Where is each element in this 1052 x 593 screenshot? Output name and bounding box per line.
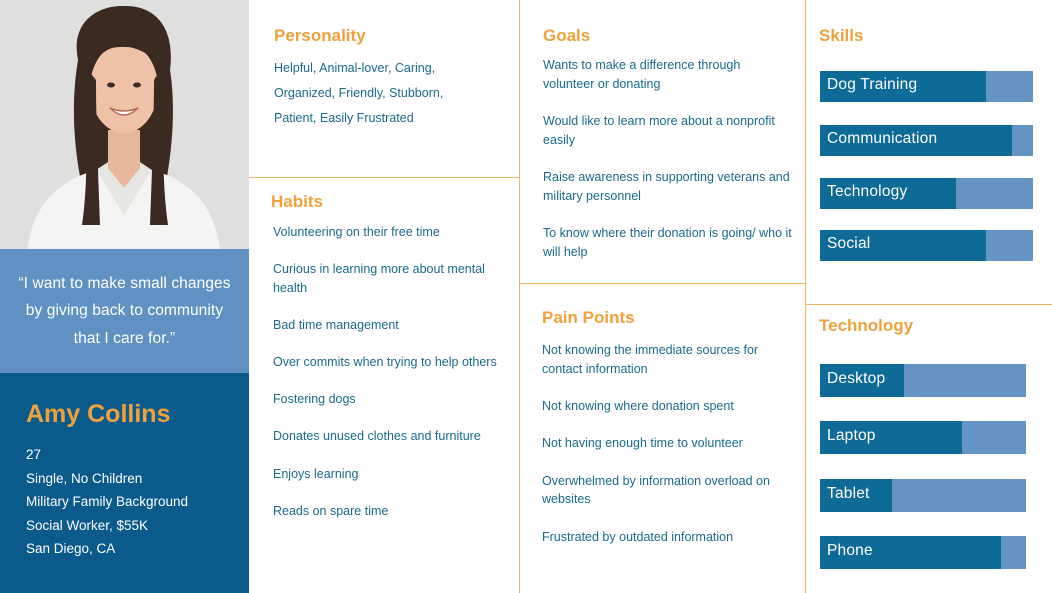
personality-line: Patient, Easily Frustrated [274,111,414,125]
skill-bar: Social [820,230,1033,261]
persona-age: 27 [26,447,42,462]
persona-portrait-illustration [0,0,249,249]
persona-profile-box: Amy Collins 27 Single, No Children Milit… [0,373,249,593]
list-item: Volunteering on their free time [273,225,440,239]
persona-location: San Diego, CA [26,541,116,556]
technology-title: Technology [819,316,914,335]
technology-label: Laptop [827,427,876,444]
persona-quote: “I want to make small changes by giving … [18,274,231,347]
list-item: Fostering dogs [273,392,356,406]
technology-bar: Laptop [820,421,1026,454]
pain-points-title: Pain Points [542,308,635,327]
skill-bar: Dog Training [820,71,1033,102]
personality-title: Personality [274,26,366,45]
list-item: Over commits when trying to help others [273,355,497,369]
list-item: Wants to make a difference through volun… [543,58,741,91]
list-item: Would like to learn more about a nonprof… [543,114,775,147]
list-item: Enjoys learning [273,466,359,481]
technology-label: Tablet [827,485,870,502]
habits-list: Volunteering on their free time Curious … [273,223,505,520]
divider-vertical-1 [519,0,520,593]
personality-line: Helpful, Animal-lover, Caring, [274,61,436,75]
skill-label: Dog Training [827,76,918,93]
persona-background: Military Family Background [26,494,189,509]
persona-occupation: Social Worker, $55K [26,517,149,533]
list-item: Overwhelmed by information overload on w… [542,473,770,507]
list-item: To know where their donation is going/ w… [543,226,792,259]
list-item: Raise awareness in supporting veterans a… [543,170,790,203]
technology-label: Desktop [827,370,886,387]
persona-quote-box: “I want to make small changes by giving … [0,249,249,373]
persona-name: Amy Collins [26,400,171,428]
technology-bar: Phone [820,536,1026,569]
technology-bar: Tablet [820,479,1026,512]
divider-personality-habits [249,177,519,178]
technology-bar: Desktop [820,364,1026,397]
list-item: Not having enough time to volunteer [542,436,743,450]
list-item: Not knowing where donation spent [542,399,734,413]
technology-label: Phone [827,542,873,559]
persona-relationship: Single, No Children [26,470,143,486]
list-item: Curious in learning more about mental he… [273,262,485,295]
goals-title: Goals [543,26,591,45]
pain-points-list: Not knowing the immediate sources for co… [542,341,797,546]
divider-goals-painpoints [519,283,805,284]
list-item: Not knowing the immediate sources for co… [542,343,759,376]
list-item: Donates unused clothes and furniture [273,429,481,443]
divider-skills-technology [805,304,1052,305]
goals-list: Wants to make a difference through volun… [543,56,793,261]
skill-bar: Communication [820,125,1033,156]
list-item: Frustrated by outdated information [542,529,734,544]
list-item: Bad time management [273,318,399,332]
persona-photo [0,0,249,249]
list-item: Reads on spare time [273,503,389,518]
habits-title: Habits [271,192,323,211]
personality-line: Organized, Friendly, Stubborn, [274,86,444,100]
divider-vertical-2 [805,0,806,593]
persona-details: 27 Single, No Children Military Family B… [26,443,249,561]
skill-bar: Technology [820,178,1033,209]
skills-title: Skills [819,26,864,45]
skill-label: Communication [827,130,938,147]
skill-label: Technology [827,183,908,200]
skill-label: Social [827,235,871,252]
